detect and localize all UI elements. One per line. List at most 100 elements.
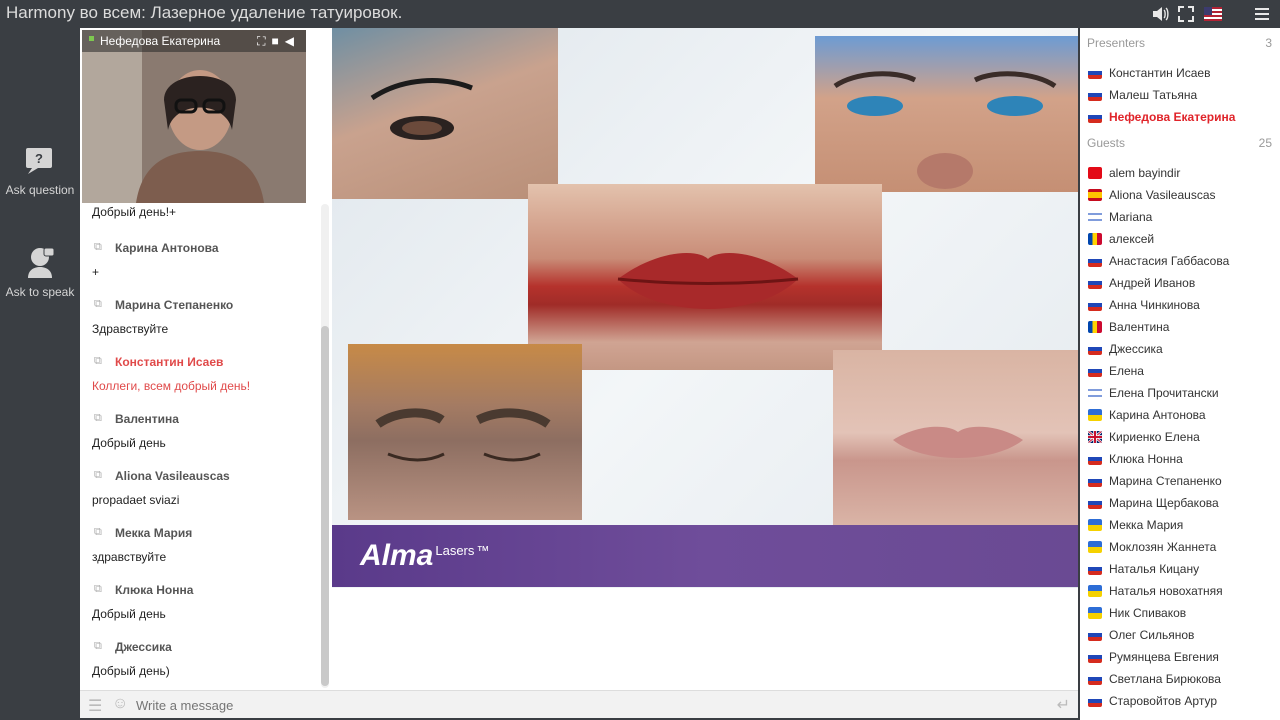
participant-item[interactable]: Константин Исаев — [1080, 62, 1280, 84]
chat-author: ⧉ Карина Антонова — [94, 241, 219, 255]
participant-name: Марина Щербакова — [1109, 496, 1219, 510]
volume-icon[interactable] — [1151, 5, 1169, 23]
participant-name: Мекка Мария — [1109, 518, 1184, 532]
ru-flag-icon — [1088, 695, 1102, 707]
participant-item[interactable]: Старовойтов Артур — [1080, 690, 1280, 712]
participant-item[interactable]: Нефедова Екатерина — [1080, 106, 1280, 128]
participant-item[interactable]: Андрей Иванов — [1080, 272, 1280, 294]
volume-icon[interactable]: ◀ — [285, 34, 300, 48]
message-input[interactable] — [136, 695, 1036, 715]
participant-item[interactable]: Моклозян Жаннета — [1080, 536, 1280, 558]
ask-to-speak-label: Ask to speak — [5, 285, 75, 299]
chat-message-text: Здравствуйте — [92, 322, 169, 336]
il-flag-icon — [1088, 211, 1102, 223]
copy-icon[interactable]: ⧉ — [94, 469, 102, 482]
slide-photo-lips-after — [833, 350, 1078, 534]
send-enter-icon[interactable]: ↵ — [1057, 695, 1070, 715]
participant-item[interactable]: Елена — [1080, 360, 1280, 382]
participant-item[interactable]: Румянцева Евгения — [1080, 646, 1280, 668]
section-label: Presenters — [1087, 36, 1146, 50]
participant-name: Елена Прочитански — [1109, 386, 1219, 400]
participant-item[interactable]: Марина Степаненко — [1080, 470, 1280, 492]
copy-icon[interactable]: ⧉ — [94, 640, 102, 653]
ask-to-speak-button[interactable]: Ask to speak — [0, 244, 80, 299]
message-input-bar: ☰ ☺ ↵ — [80, 690, 1078, 718]
chat-message: ⧉ Карина Антонова + — [92, 241, 320, 279]
svg-text:?: ? — [35, 151, 43, 166]
fullscreen-icon[interactable]: ⛶ — [257, 34, 271, 48]
participant-item[interactable]: Светлана Бирюкова — [1080, 668, 1280, 690]
menu-icon[interactable] — [1253, 5, 1271, 23]
chat-message: ⧉ Клюка Нонна Добрый день — [92, 583, 320, 621]
participant-name: Светлана Бирюкова — [1109, 672, 1221, 686]
slide: Alma Lasers ™ — [332, 28, 1078, 588]
alma-lasers-logo: Alma Lasers ™ — [360, 539, 490, 572]
participant-item[interactable]: алексей — [1080, 228, 1280, 250]
chat-menu-icon[interactable]: ☰ — [88, 696, 102, 716]
fullscreen-icon[interactable] — [1177, 5, 1195, 23]
participant-item[interactable]: Клюка Нонна — [1080, 448, 1280, 470]
participant-name: Малеш Татьяна — [1109, 88, 1198, 102]
copy-icon[interactable]: ⧉ — [94, 298, 102, 311]
participant-name: Олег Сильянов — [1109, 628, 1195, 642]
chat-author: ⧉ Aliona Vasileauscas — [94, 469, 230, 483]
chat-message-text: Коллеги, всем добрый день! — [92, 379, 251, 393]
copy-icon[interactable]: ⧉ — [94, 355, 102, 368]
il-flag-icon — [1088, 387, 1102, 399]
participant-item[interactable]: Mariana — [1080, 206, 1280, 228]
ru-flag-icon — [1088, 299, 1102, 311]
participant-item[interactable]: Наталья новохатняя — [1080, 580, 1280, 602]
copy-icon[interactable]: ⧉ — [94, 412, 102, 425]
emoji-icon[interactable]: ☺ — [112, 695, 128, 713]
chat-message-text: Добрый день!+ — [92, 205, 177, 219]
participant-name: Нефедова Екатерина — [1109, 110, 1236, 124]
live-dot-icon — [89, 36, 94, 41]
participant-item[interactable]: Олег Сильянов — [1080, 624, 1280, 646]
participant-item[interactable]: Aliona Vasileauscas — [1080, 184, 1280, 206]
participant-item[interactable]: Анастасия Габбасова — [1080, 250, 1280, 272]
chat-message-text: Добрый день — [92, 436, 166, 450]
chat-message: ⧉ Мекка Мария здравствуйте — [92, 526, 320, 564]
md-flag-icon — [1088, 233, 1102, 245]
participant-item[interactable]: Карина Антонова — [1080, 404, 1280, 426]
chat-scrollbar[interactable] — [321, 326, 329, 686]
participant-item[interactable]: Валентина — [1080, 316, 1280, 338]
ru-flag-icon — [1088, 67, 1102, 79]
participant-item[interactable]: Елена Прочитански — [1080, 382, 1280, 404]
chat-message-text: propadaet sviazi — [92, 493, 180, 507]
presenter-video[interactable]: Нефедова Екатерина ⛶■◀ — [82, 30, 306, 203]
ru-flag-icon — [1088, 277, 1102, 289]
chat-panel: Нефедова Екатерина ⛶■◀ Добрый день!+ ⧉ Ка… — [80, 28, 332, 690]
participant-item[interactable]: Наталья Кицану — [1080, 558, 1280, 580]
question-bubble-icon: ? — [22, 148, 58, 179]
copy-icon[interactable]: ⧉ — [94, 241, 102, 254]
ask-question-button[interactable]: ? Ask question — [0, 146, 80, 197]
participant-name: Елена — [1109, 364, 1144, 378]
chat-message: ⧉ Марина Степаненко Здравствуйте — [92, 298, 320, 336]
camera-icon[interactable]: ■ — [272, 34, 285, 48]
ua-flag-icon — [1088, 519, 1102, 531]
us-flag-icon[interactable] — [1204, 5, 1222, 23]
participant-item[interactable]: alem bayindir — [1080, 162, 1280, 184]
participant-item[interactable]: Ник Спиваков — [1080, 602, 1280, 624]
participant-name: Ник Спиваков — [1109, 606, 1187, 620]
participant-item[interactable]: Анна Чинкинова — [1080, 294, 1280, 316]
participant-item[interactable]: Марина Щербакова — [1080, 492, 1280, 514]
participant-item[interactable]: Джессика — [1080, 338, 1280, 360]
copy-icon[interactable]: ⧉ — [94, 526, 102, 539]
section-label: Guests — [1087, 136, 1126, 150]
left-rail: ? Ask question Ask to speak — [0, 28, 80, 720]
participant-item[interactable]: Малеш Татьяна — [1080, 84, 1280, 106]
ask-question-label: Ask question — [5, 183, 75, 197]
participant-name: Mariana — [1109, 210, 1153, 224]
video-controls: ⛶■◀ — [257, 34, 300, 49]
participant-item[interactable]: Мекка Мария — [1080, 514, 1280, 536]
ua-flag-icon — [1088, 409, 1102, 421]
ru-flag-icon — [1088, 365, 1102, 377]
copy-icon[interactable]: ⧉ — [94, 583, 102, 596]
chat-message-partial: Добрый день!+ — [92, 205, 320, 219]
page-title: Harmony во всем: Лазерное удаление татуи… — [6, 3, 403, 22]
alma-lasers-banner: Alma Lasers ™ — [332, 525, 1078, 587]
participant-item[interactable]: Кириенко Елена — [1080, 426, 1280, 448]
section-count: 3 — [1265, 36, 1272, 50]
